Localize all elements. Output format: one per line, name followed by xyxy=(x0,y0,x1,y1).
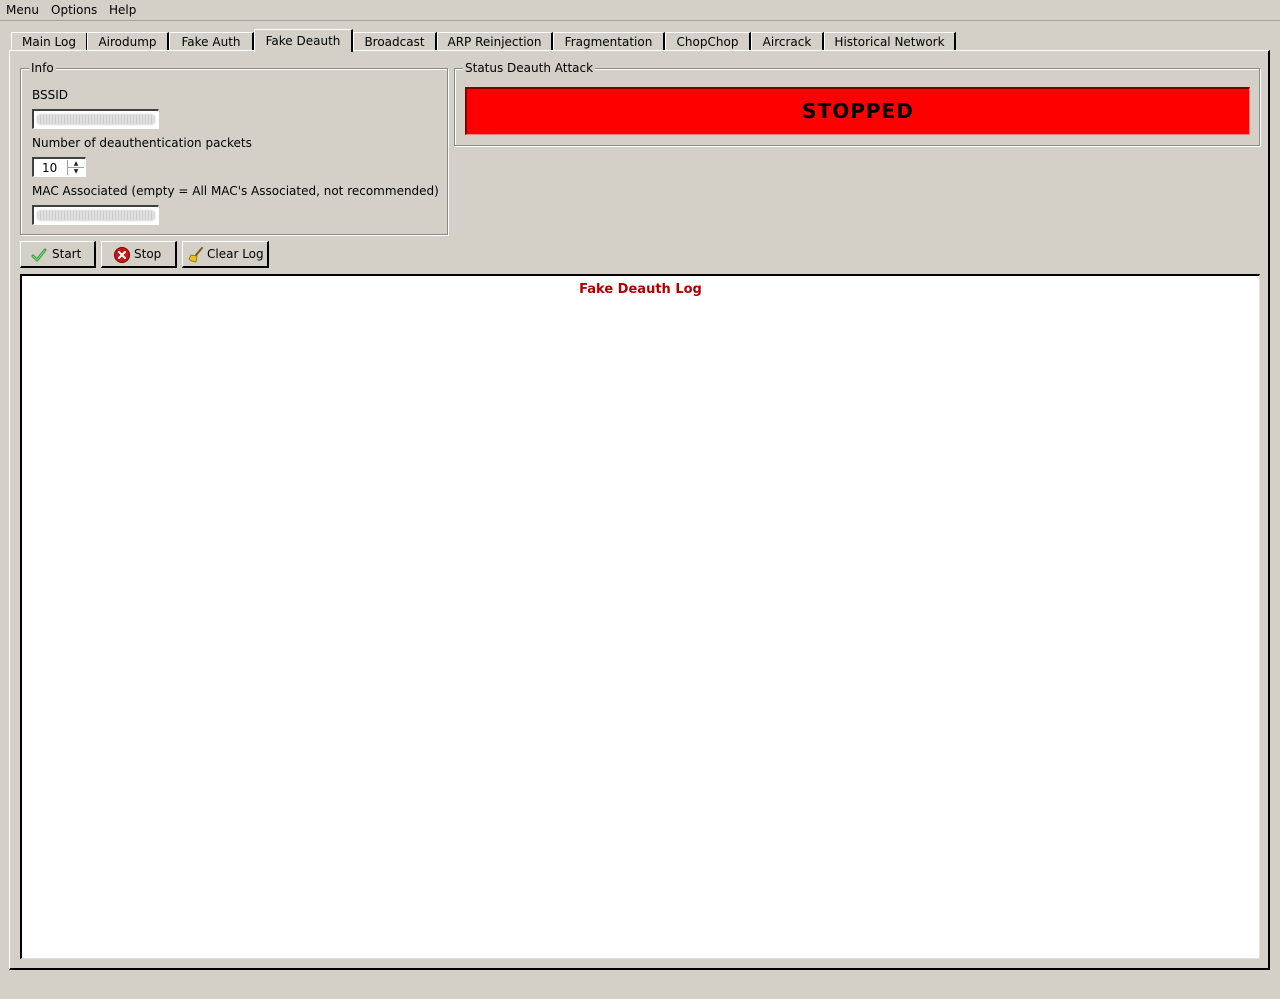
tab-chopchop[interactable]: ChopChop xyxy=(665,32,751,51)
menu-help[interactable]: Help xyxy=(108,2,137,18)
menu-menu[interactable]: Menu xyxy=(5,2,40,18)
stop-label: Stop xyxy=(134,247,162,261)
tab-fake-deauth[interactable]: Fake Deauth xyxy=(254,29,353,52)
spin-arrows: ▲ ▼ xyxy=(67,160,84,175)
tab-aircrack[interactable]: Aircrack xyxy=(751,32,824,51)
tab-broadcast[interactable]: Broadcast xyxy=(353,32,437,51)
deauth-count-value: 10 xyxy=(42,161,58,175)
tab-historical-network[interactable]: Historical Network xyxy=(824,32,956,51)
mac-label: MAC Associated (empty = All MAC's Associ… xyxy=(32,184,439,198)
tab-fragmentation[interactable]: Fragmentation xyxy=(553,32,665,51)
bssid-label: BSSID xyxy=(32,88,69,102)
start-button[interactable]: Start xyxy=(20,241,96,268)
status-indicator: STOPPED xyxy=(465,87,1250,135)
menu-bar: Menu Options Help xyxy=(0,0,1280,21)
fake-deauth-log[interactable]: Fake Deauth Log xyxy=(20,274,1260,959)
check-icon xyxy=(31,248,47,262)
spin-up-icon[interactable]: ▲ xyxy=(68,160,84,167)
info-group-title: Info xyxy=(29,61,56,75)
stop-button[interactable]: Stop xyxy=(101,241,177,268)
bssid-input[interactable] xyxy=(32,109,159,129)
bssid-value xyxy=(37,114,155,125)
status-group: Status Deauth Attack STOPPED xyxy=(454,61,1260,146)
start-label: Start xyxy=(52,247,82,261)
menu-options[interactable]: Options xyxy=(50,2,98,18)
mac-input[interactable] xyxy=(32,205,159,225)
tab-arp-reinjection[interactable]: ARP Reinjection xyxy=(437,32,553,51)
tab-fake-auth[interactable]: Fake Auth xyxy=(169,32,254,51)
mac-value xyxy=(37,210,155,221)
deauth-count-label: Number of deauthentication packets xyxy=(32,136,252,150)
status-group-title: Status Deauth Attack xyxy=(463,61,596,75)
info-group: Info BSSID Number of deauthentication pa… xyxy=(20,61,448,235)
clear-log-button[interactable]: Clear Log xyxy=(182,241,269,268)
tab-main-log[interactable]: Main Log xyxy=(11,32,88,51)
clear-log-label: Clear Log xyxy=(207,247,264,261)
tab-airodump[interactable]: Airodump xyxy=(87,32,169,51)
log-title: Fake Deauth Log xyxy=(579,282,702,297)
stop-icon xyxy=(114,247,130,263)
spin-down-icon[interactable]: ▼ xyxy=(68,167,84,175)
broom-icon xyxy=(188,247,203,263)
deauth-count-spinbox[interactable]: 10 ▲ ▼ xyxy=(32,157,86,177)
